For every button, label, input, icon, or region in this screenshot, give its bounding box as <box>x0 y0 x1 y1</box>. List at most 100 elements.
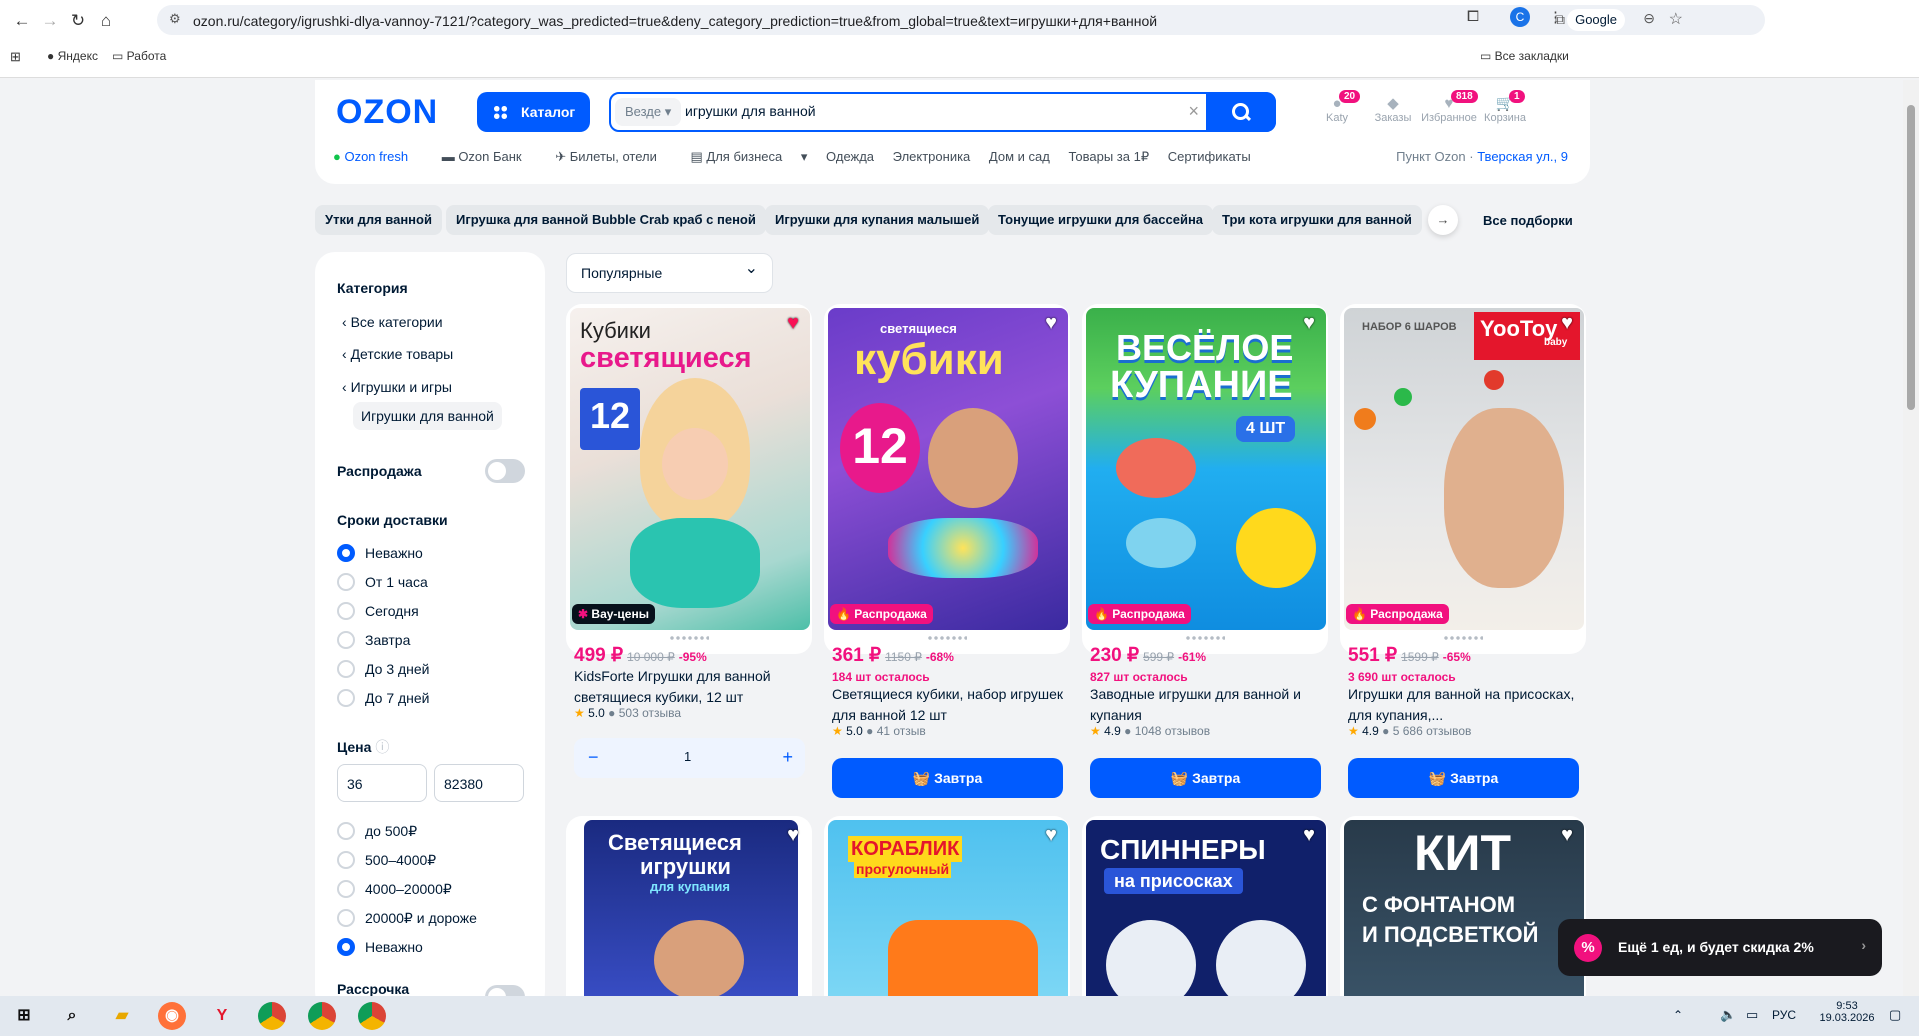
search-icon[interactable]: ⌕ <box>58 1002 86 1030</box>
ozon-logo[interactable]: OZON <box>336 93 438 132</box>
extensions-icon[interactable]: ⧠ <box>1467 8 1479 25</box>
chip-sinking-toys[interactable]: Тонущие игрушки для бассейна <box>988 205 1214 235</box>
site-info-icon[interactable]: ⚙ <box>169 11 181 27</box>
favorites-link[interactable]: ♥ 818 Избранное <box>1419 90 1479 124</box>
delivery-radio-1h[interactable] <box>337 573 355 591</box>
clear-icon[interactable]: × <box>1188 101 1199 122</box>
discount-toast[interactable]: % Ещё 1 ед, и будет скидка 2% › <box>1558 919 1882 976</box>
chevron-right-icon[interactable]: › <box>1861 937 1866 953</box>
product-image[interactable]: НАБОР 6 ШАРОВ YooToy baby <box>1344 308 1584 630</box>
bookmark-star-icon[interactable]: ☆ <box>1669 9 1683 29</box>
delivery-radio-tomorrow[interactable] <box>337 631 355 649</box>
zoom-icon[interactable]: ⊖ <box>1643 10 1655 27</box>
volume-icon[interactable]: 🔈 <box>1720 1007 1736 1023</box>
cart-link[interactable]: 🛒 1 Корзина <box>1475 90 1535 124</box>
notification-icon[interactable]: ▢ <box>1889 1007 1901 1023</box>
sublink-tickets[interactable]: ✈ Билеты, отели <box>555 149 672 164</box>
sublink-clothes[interactable]: Одежда <box>826 149 874 164</box>
price-from-input[interactable]: 36 <box>337 764 427 802</box>
catalog-button[interactable]: Каталог <box>477 92 590 132</box>
chips-next-arrow-icon[interactable]: → <box>1428 205 1458 235</box>
sort-dropdown[interactable]: Популярные <box>566 250 773 293</box>
add-to-cart-button[interactable]: 🧺 Завтра <box>1348 758 1579 798</box>
chrome-icon[interactable] <box>258 1002 286 1030</box>
category-current[interactable]: Игрушки для ванной <box>353 402 502 430</box>
favorite-heart-icon[interactable]: ♥ <box>1556 824 1578 846</box>
bookmark-work[interactable]: ▭ Работа <box>112 49 166 63</box>
sublink-business[interactable]: ▤ Для бизнеса ▾ <box>691 149 808 164</box>
tray-chevron-icon[interactable]: ⌃ <box>1673 1008 1683 1022</box>
price-radio-500[interactable] <box>337 822 355 840</box>
all-bookmarks[interactable]: ▭ Все закладки <box>1480 49 1569 63</box>
plus-icon[interactable]: + <box>782 747 793 768</box>
apps-icon[interactable]: ⊞ <box>10 49 21 65</box>
product-image[interactable]: Светящиеся игрушки для купания <box>584 820 798 1010</box>
back-icon[interactable]: ← <box>10 9 34 33</box>
network-icon[interactable]: ▭ <box>1746 1007 1758 1023</box>
delivery-radio-any[interactable] <box>337 544 355 562</box>
language-indicator[interactable]: РУС <box>1772 1008 1796 1022</box>
price-radio-4000[interactable] <box>337 851 355 869</box>
orders-link[interactable]: ◆ Заказы <box>1363 96 1423 125</box>
info-icon[interactable]: ⓘ <box>375 739 389 755</box>
profile-avatar[interactable]: C <box>1510 7 1530 27</box>
price-radio-20000[interactable] <box>337 880 355 898</box>
category-toys[interactable]: ‹ Игрушки и игры <box>342 379 452 395</box>
delivery-radio-today[interactable] <box>337 602 355 620</box>
sublink-certificates[interactable]: Сертификаты <box>1168 149 1251 164</box>
minus-icon[interactable]: − <box>588 747 599 768</box>
favorite-heart-icon[interactable]: ♥ <box>782 824 804 846</box>
sublink-ozon-fresh[interactable]: ● Ozon fresh <box>333 149 423 164</box>
delivery-radio-3d[interactable] <box>337 660 355 678</box>
pickup-point[interactable]: Пункт Ozon · Тверская ул., 9 <box>1396 149 1568 164</box>
sublink-1rub[interactable]: Товары за 1₽ <box>1068 149 1149 164</box>
product-image[interactable]: СПИННЕРЫ на присосках <box>1086 820 1326 1010</box>
chip-three-cats[interactable]: Три кота игрушки для ванной <box>1212 205 1422 235</box>
product-title[interactable]: Светящиеся кубики, набор игрушек для ван… <box>832 684 1064 726</box>
favorite-heart-icon[interactable]: ♥ <box>782 312 804 334</box>
chrome-icon[interactable] <box>358 1002 386 1030</box>
sublink-ozon-bank[interactable]: ▬ Ozon Банк <box>442 149 537 164</box>
scrollbar-thumb[interactable] <box>1907 105 1915 410</box>
explorer-icon[interactable]: ▰ <box>108 1002 136 1030</box>
product-image[interactable]: ВЕСЁЛОЕ КУПАНИЕ 4 ШТ <box>1086 308 1326 630</box>
favorite-heart-icon[interactable]: ♥ <box>1556 312 1578 334</box>
windows-start-icon[interactable]: ⊞ <box>10 1002 38 1030</box>
sublink-electronics[interactable]: Электроника <box>893 149 971 164</box>
favorite-heart-icon[interactable]: ♥ <box>1298 824 1320 846</box>
chip-bubble-crab[interactable]: Игрушка для ванной Bubble Crab краб с пе… <box>446 205 766 235</box>
reload-icon[interactable]: ↻ <box>66 9 90 33</box>
category-kids[interactable]: ‹ Детские товары <box>342 346 453 362</box>
product-image[interactable]: Кубики светящиеся 12 <box>570 308 810 630</box>
product-image[interactable]: светящиеся кубики 12 <box>828 308 1068 630</box>
product-title[interactable]: Заводные игрушки для ванной и купания <box>1090 684 1322 726</box>
quantity-stepper[interactable]: − 1 + <box>574 738 805 778</box>
clock[interactable]: 9:53 19.03.2026 <box>1817 1000 1877 1024</box>
sublink-home[interactable]: Дом и сад <box>989 149 1050 164</box>
chip-bathing-toys[interactable]: Игрушки для купания малышей <box>765 205 990 235</box>
google-lens-chip[interactable]: Google <box>1567 9 1625 31</box>
favorite-heart-icon[interactable]: ♥ <box>1040 824 1062 846</box>
add-to-cart-button[interactable]: 🧺 Завтра <box>832 758 1063 798</box>
chip-ducks[interactable]: Утки для ванной <box>315 205 442 235</box>
bookmark-yandex[interactable]: ● Яндекс <box>47 49 98 63</box>
product-image[interactable]: КОРАБЛИК прогулочный <box>828 820 1068 1010</box>
all-selections-link[interactable]: Все подборки <box>1483 213 1573 228</box>
search-box[interactable]: Везде ▾ игрушки для ванной × <box>609 92 1276 132</box>
sale-toggle[interactable] <box>485 459 525 483</box>
price-radio-any[interactable] <box>337 938 355 956</box>
yandex-icon[interactable]: Y <box>208 1002 236 1030</box>
product-card[interactable]: КОРАБЛИК прогулочный ♥ <box>824 816 1070 1016</box>
favorite-heart-icon[interactable]: ♥ <box>1040 312 1062 334</box>
product-card[interactable]: Светящиеся игрушки для купания ♥ <box>566 816 812 1016</box>
forward-icon[interactable]: → <box>38 9 62 33</box>
product-card[interactable]: НАБОР 6 ШАРОВ YooToy baby ♥ 🔥 Распродажа… <box>1340 304 1586 798</box>
menu-icon[interactable]: ⋮ <box>1548 8 1563 26</box>
product-card[interactable]: ВЕСЁЛОЕ КУПАНИЕ 4 ШТ ♥ 🔥 Распродажа 230 … <box>1082 304 1328 798</box>
product-title[interactable]: KidsForte Игрушки для ванной светящиеся … <box>574 666 806 708</box>
product-card[interactable]: КИТ С ФОНТАНОМ И ПОДСВЕТКОЙ ♥ <box>1340 816 1586 1016</box>
price-radio-more[interactable] <box>337 909 355 927</box>
chrome-icon[interactable] <box>308 1002 336 1030</box>
search-input[interactable]: игрушки для ванной <box>685 103 816 119</box>
category-all[interactable]: ‹ Все категории <box>342 314 443 330</box>
